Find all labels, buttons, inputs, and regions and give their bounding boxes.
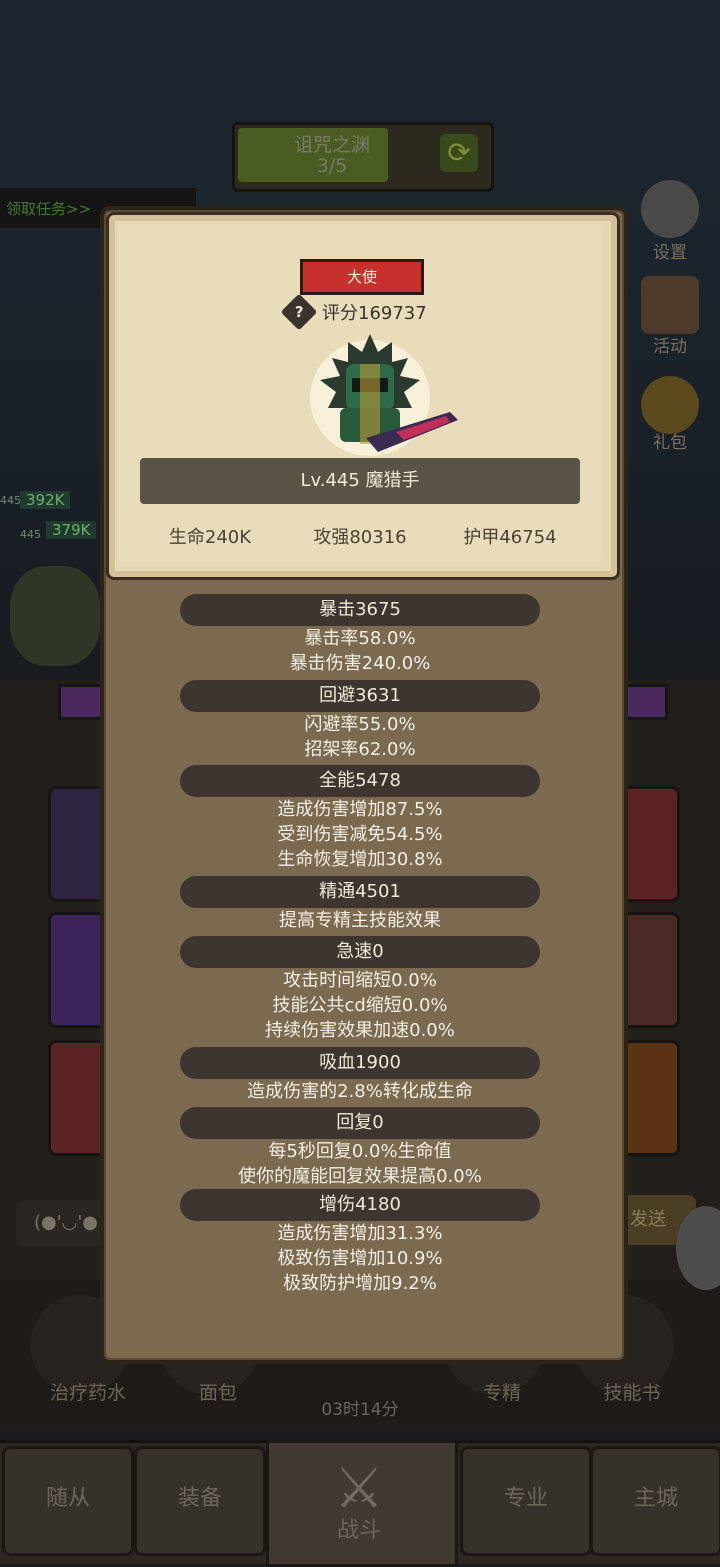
hp-tag: 392K — [20, 491, 71, 509]
rank-badge: 大使 — [300, 259, 424, 295]
nav-tab-battle[interactable]: ⚔ — [266, 1440, 458, 1567]
hp-tag: 379K — [46, 521, 97, 539]
section-line: 受到伤害减免54.5% — [277, 824, 443, 845]
side-label: 设置 — [653, 243, 687, 263]
level-tag: 445 — [20, 528, 41, 541]
level-tag: 445 — [0, 494, 21, 507]
gear-icon — [641, 180, 699, 238]
section-line: 招架率62.0% — [304, 739, 416, 760]
stage-title: 诅咒之渊 — [293, 134, 370, 156]
section-mastery: 精通4501 — [180, 876, 540, 908]
section-line: 持续伤害效果加速0.0% — [265, 1020, 455, 1041]
refresh-icon[interactable]: ⟳ — [440, 134, 478, 172]
hero-portrait — [310, 334, 458, 456]
section-line: 提高专精主技能效果 — [279, 910, 441, 931]
section-line: 攻击时间缩短0.0% — [283, 970, 437, 991]
side-button-gift[interactable]: 礼包 — [630, 376, 710, 460]
nav-tab-equipment[interactable]: 装备 — [134, 1446, 266, 1556]
stage-count: 3/5 — [316, 155, 348, 177]
stat-hp: 生命240K — [168, 527, 252, 548]
help-icon[interactable]: ? — [280, 293, 318, 331]
side-label: 礼包 — [653, 433, 687, 453]
score-row: ? 评分169737 — [280, 293, 427, 331]
stat-attack: 攻强80316 — [313, 527, 407, 548]
section-avoidance: 回避3631 — [180, 680, 540, 712]
side-label: 活动 — [653, 337, 687, 357]
section-line: 生命恢复增加30.8% — [277, 849, 443, 870]
item-label: 技能书 — [603, 1382, 661, 1404]
section-recovery: 回复0 — [180, 1107, 540, 1139]
stat-armor: 护甲46754 — [463, 527, 557, 548]
section-line: 造成伤害增加31.3% — [277, 1223, 443, 1244]
nav-tab-profession[interactable]: 专业 — [460, 1446, 592, 1556]
gift-icon — [641, 376, 699, 434]
section-line: 每5秒回复0.0%生命值 — [268, 1141, 452, 1162]
nav-tab-followers[interactable]: 随从 — [2, 1446, 134, 1556]
item-label: 面包 — [198, 1382, 237, 1404]
section-lifesteal: 吸血1900 — [180, 1047, 540, 1079]
scroll-icon — [641, 276, 699, 334]
score-value: 评分169737 — [322, 303, 427, 324]
section-line: 技能公共cd缩短0.0% — [272, 995, 448, 1016]
section-versatility: 全能5478 — [180, 765, 540, 797]
item-label: 专精 — [482, 1382, 521, 1404]
section-line: 暴击率58.0% — [304, 628, 416, 649]
nav-tab-battle-label: 战斗 — [336, 1518, 381, 1543]
ally-character[interactable] — [10, 566, 100, 666]
quest-link[interactable]: 领取任务>> — [6, 198, 91, 219]
hero-name-bar: Lv.445 魔猎手 — [140, 458, 580, 504]
section-damage-bonus: 增伤4180 — [180, 1189, 540, 1221]
section-crit: 暴击3675 — [180, 594, 540, 626]
section-line: 暴击伤害240.0% — [289, 653, 431, 674]
section-line: 闪避率55.0% — [304, 714, 416, 735]
section-line: 极致伤害增加10.9% — [277, 1248, 443, 1269]
nav-tab-main-city[interactable]: 主城 — [590, 1446, 720, 1556]
side-button-activity[interactable]: 活动 — [630, 276, 710, 360]
section-line: 造成伤害增加87.5% — [277, 799, 443, 820]
item-label: 治疗药水 — [49, 1382, 126, 1404]
timer: 03时14分 — [321, 1400, 399, 1420]
section-line: 造成伤害的2.8%转化成生命 — [247, 1081, 473, 1102]
section-line: 使你的魔能回复效果提高0.0% — [238, 1166, 482, 1187]
section-haste: 急速0 — [180, 936, 540, 968]
section-line: 极致防护增加9.2% — [283, 1273, 437, 1294]
side-button-settings[interactable]: 设置 — [630, 180, 710, 264]
